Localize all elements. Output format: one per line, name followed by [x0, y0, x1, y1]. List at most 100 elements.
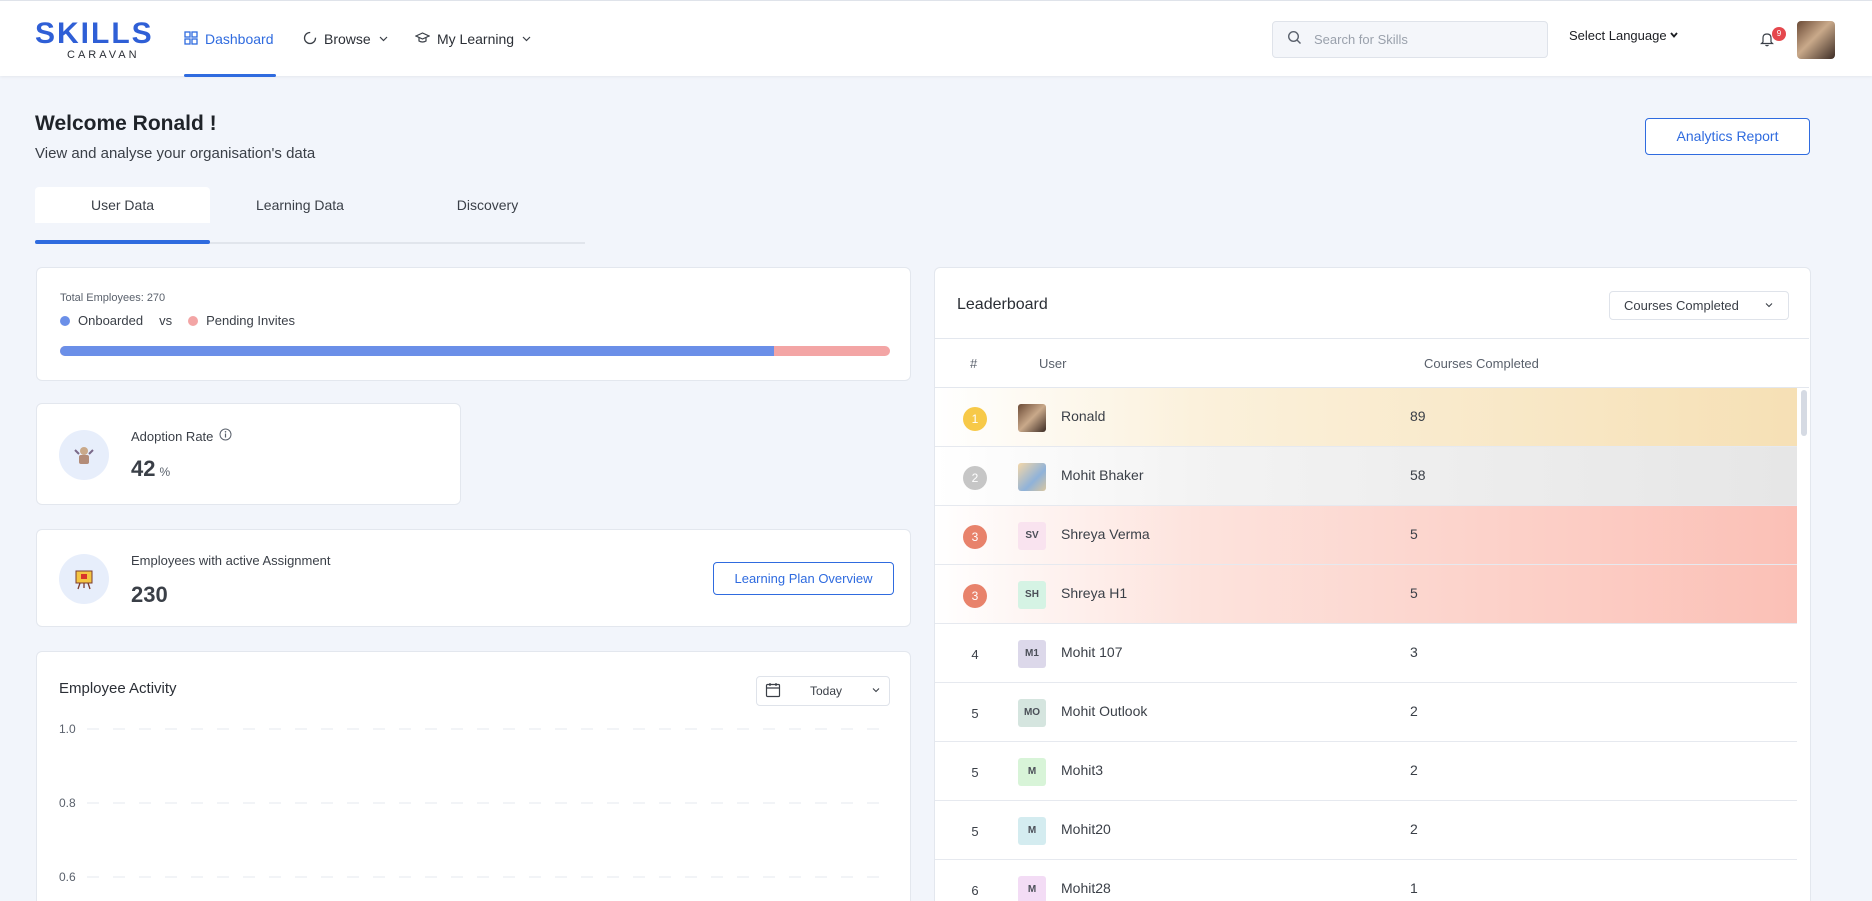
- leaderboard-scrollbar[interactable]: [1801, 390, 1807, 436]
- page-subtitle: View and analyse your organisation's dat…: [35, 145, 316, 162]
- learning-plan-overview-button[interactable]: Learning Plan Overview: [713, 562, 894, 595]
- courses-completed-count: 3: [1410, 644, 1418, 660]
- nav-dashboard[interactable]: Dashboard: [184, 28, 274, 50]
- avatar: M1: [1018, 640, 1046, 668]
- rank-medal: 3: [963, 525, 987, 549]
- nav-browse-label: Browse: [324, 31, 371, 47]
- calendar-icon: [765, 682, 781, 701]
- nav-browse[interactable]: Browse: [303, 28, 389, 50]
- top-navbar: SKILLS CARAVAN Dashboard Browse My Learn…: [0, 0, 1872, 77]
- rank-number: 5: [971, 824, 979, 839]
- user-name: Mohit3: [1061, 762, 1104, 778]
- courses-completed-count: 5: [1410, 585, 1418, 601]
- adoption-rate-value-wrap: 42%: [131, 456, 170, 482]
- nav-my-learning-label: My Learning: [437, 31, 515, 47]
- chevron-down-icon: [1669, 28, 1679, 43]
- table-row[interactable]: 5 MO Mohit Outlook 2: [935, 683, 1797, 742]
- avatar: [1018, 404, 1046, 432]
- onboarded-dot: [60, 315, 70, 326]
- courses-completed-count: 89: [1410, 408, 1426, 424]
- compass-icon: [303, 31, 317, 48]
- table-row[interactable]: 4 M1 Mohit 107 3: [935, 624, 1797, 683]
- data-tabs: User Data Learning Data Discovery: [35, 187, 585, 244]
- employees-card: Total Employees: 270 Onboarded vs Pendin…: [36, 267, 911, 381]
- employees-legend: Onboarded vs Pending Invites: [60, 313, 295, 328]
- leaderboard-rows: 1 Ronald 89 2 Mohit Bhaker 58 3 SV Shreya Verma 5…: [935, 388, 1797, 901]
- table-row[interactable]: 1 Ronald 89: [935, 388, 1797, 447]
- nav-active-indicator: [184, 74, 276, 77]
- tab-active-indicator: [35, 240, 210, 244]
- pending-dot: [188, 315, 199, 326]
- adoption-rate-label: Adoption Rate: [131, 428, 214, 444]
- date-range-select[interactable]: Today: [756, 676, 890, 706]
- vs-label: vs: [159, 313, 173, 328]
- avatar: [1018, 463, 1046, 491]
- rank-medal: 1: [963, 407, 987, 431]
- adoption-rate-unit: %: [159, 465, 171, 479]
- chevron-down-icon: [521, 31, 532, 47]
- nav-my-learning[interactable]: My Learning: [414, 28, 532, 50]
- search-bar[interactable]: [1272, 21, 1548, 58]
- table-row[interactable]: 3 SV Shreya Verma 5: [935, 506, 1797, 565]
- assignment-icon: [59, 554, 109, 604]
- courses-completed-count: 5: [1410, 526, 1418, 542]
- activity-chart: 1.0 0.8 0.6: [59, 722, 890, 884]
- search-icon: [1287, 30, 1302, 50]
- avatar: M: [1018, 817, 1046, 845]
- col-courses-completed: Courses Completed: [1424, 356, 1539, 371]
- table-row[interactable]: 6 M Mohit28 1: [935, 860, 1797, 901]
- rank-number: 6: [971, 883, 979, 898]
- language-select[interactable]: Select Language: [1569, 28, 1679, 43]
- user-avatar[interactable]: [1797, 21, 1835, 59]
- adoption-rate-value: 42: [131, 456, 156, 481]
- adoption-rate-label-wrap: Adoption Rate: [131, 428, 232, 444]
- table-row[interactable]: 5 M Mohit20 2: [935, 801, 1797, 860]
- leaderboard-filter-label: Courses Completed: [1624, 298, 1739, 313]
- notification-badge: 9: [1772, 27, 1786, 41]
- page-title: Welcome Ronald !: [35, 112, 217, 135]
- pending-label: Pending Invites: [206, 313, 295, 328]
- adoption-icon: [59, 430, 109, 480]
- logo-subtext: CARAVAN: [67, 49, 140, 61]
- onboarding-progress-bar: [60, 346, 890, 356]
- leaderboard-card: Leaderboard Courses Completed # User Cou…: [934, 267, 1811, 901]
- courses-completed-count: 2: [1410, 703, 1418, 719]
- courses-completed-count: 58: [1410, 467, 1426, 483]
- user-name: Ronald: [1061, 408, 1106, 424]
- user-name: Mohit28: [1061, 880, 1111, 896]
- onboarded-fill: [60, 346, 774, 356]
- tab-discovery[interactable]: Discovery: [400, 187, 575, 223]
- total-employees: Total Employees: 270: [60, 292, 166, 304]
- leaderboard-header-row: # User Courses Completed: [935, 338, 1809, 388]
- user-name: Mohit Outlook: [1061, 703, 1148, 719]
- chevron-down-icon: [871, 684, 881, 698]
- col-rank: #: [970, 356, 978, 371]
- table-row[interactable]: 5 M Mohit3 2: [935, 742, 1797, 801]
- rank-medal: 2: [963, 466, 987, 490]
- skills-caravan-logo[interactable]: SKILLS CARAVAN: [35, 17, 154, 63]
- language-select-label: Select Language: [1569, 28, 1667, 43]
- tab-learning-data[interactable]: Learning Data: [210, 187, 390, 223]
- user-name: Shreya H1: [1061, 585, 1128, 601]
- leaderboard-filter-select[interactable]: Courses Completed: [1609, 291, 1789, 320]
- rank-number: 5: [971, 706, 979, 721]
- chart-title: Employee Activity: [59, 680, 177, 697]
- table-row[interactable]: 3 SH Shreya H1 5: [935, 565, 1797, 624]
- logo-text: SKILLS: [35, 17, 154, 50]
- avatar: SH: [1018, 581, 1046, 609]
- table-row[interactable]: 2 Mohit Bhaker 58: [935, 447, 1797, 506]
- active-assignment-card: Employees with active Assignment 230 Lea…: [36, 529, 911, 627]
- rank-medal: 3: [963, 584, 987, 608]
- tab-user-data[interactable]: User Data: [35, 187, 210, 223]
- y-tick-label: 1.0: [59, 722, 76, 736]
- user-name: Mohit20: [1061, 821, 1111, 837]
- info-icon[interactable]: [219, 428, 232, 444]
- search-input[interactable]: [1314, 32, 1514, 47]
- grid-icon: [184, 30, 198, 48]
- nav-dashboard-label: Dashboard: [205, 31, 274, 47]
- chevron-down-icon: [378, 31, 389, 47]
- date-range-label: Today: [809, 684, 843, 698]
- assignment-label: Employees with active Assignment: [131, 553, 331, 568]
- analytics-report-button[interactable]: Analytics Report: [1645, 118, 1810, 155]
- user-name: Mohit Bhaker: [1061, 467, 1144, 483]
